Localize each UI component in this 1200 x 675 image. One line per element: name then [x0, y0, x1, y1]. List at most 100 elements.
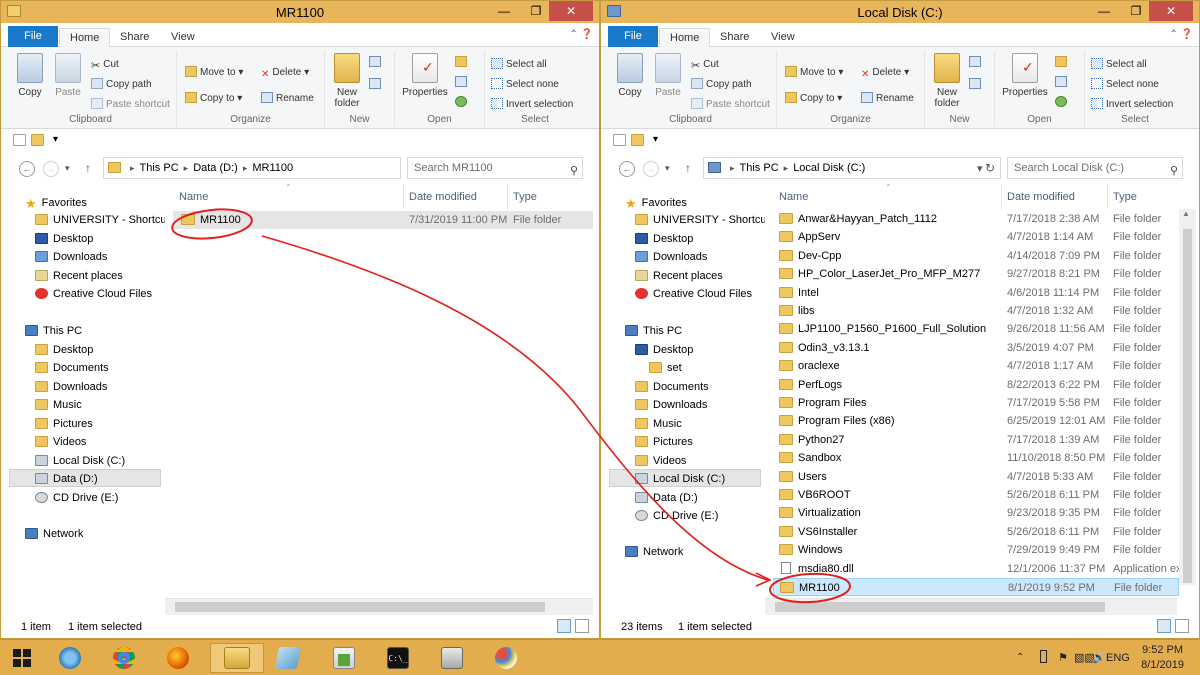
- breadcrumb-this-pc[interactable]: This PC: [140, 162, 179, 174]
- details-view-icon[interactable]: [1157, 619, 1171, 633]
- nav-this-pc[interactable]: This PC: [25, 322, 82, 340]
- table-row[interactable]: Python27 7/17/2018 1:39 AM File folder: [773, 431, 1179, 449]
- edit-icon[interactable]: [455, 75, 470, 91]
- battery-icon[interactable]: [1040, 640, 1047, 675]
- address-bar[interactable]: ▸ This PC ▸ Local Disk (C:): [703, 157, 1001, 179]
- nav-downloads[interactable]: Downloads: [35, 248, 107, 266]
- tab-share[interactable]: Share: [110, 28, 159, 47]
- recent-locations-icon[interactable]: ▾: [65, 163, 70, 174]
- copy-path-button[interactable]: Copy path: [91, 77, 152, 93]
- nav-music[interactable]: Music: [635, 415, 682, 433]
- forward-icon[interactable]: →: [43, 161, 59, 177]
- column-date-modified[interactable]: Date modified: [1001, 185, 1107, 209]
- nav-pictures[interactable]: Pictures: [35, 415, 93, 433]
- nav-pc-desktop[interactable]: Desktop: [35, 341, 93, 359]
- up-icon[interactable]: ↑: [685, 161, 691, 175]
- new-folder-icon[interactable]: [31, 134, 44, 146]
- table-row[interactable]: Program Files (x86) 6/25/2019 12:01 AM Fil…: [773, 412, 1179, 430]
- table-row[interactable]: VS6Installer 5/26/2018 6:11 PM File folder: [773, 523, 1179, 541]
- easy-access-icon[interactable]: [369, 77, 384, 93]
- delete-button[interactable]: ✕ Delete ▾: [861, 65, 909, 81]
- horizontal-scrollbar[interactable]: [765, 598, 1177, 615]
- nav-documents[interactable]: Documents: [35, 359, 109, 377]
- column-name[interactable]: Name: [173, 185, 403, 209]
- address-dropdown-icon[interactable]: ▾: [977, 162, 983, 175]
- table-row[interactable]: Sandbox 11/10/2018 8:50 PM File folder: [773, 449, 1179, 467]
- nav-university-shortcut[interactable]: UNIVERSITY - Shortcut: [635, 211, 770, 229]
- nav-recent-places[interactable]: Recent places: [635, 267, 723, 285]
- table-row[interactable]: msdia80.dll 12/1/2006 11:37 PM Application…: [773, 560, 1182, 578]
- breadcrumb-data-d[interactable]: Data (D:): [193, 162, 238, 174]
- nav-documents[interactable]: Documents: [635, 378, 709, 396]
- nav-set[interactable]: set: [649, 359, 682, 377]
- start-icon[interactable]: [4, 643, 40, 673]
- properties-button[interactable]: ✓ Properties: [401, 53, 449, 98]
- new-folder-button[interactable]: New folder: [929, 53, 965, 109]
- invert-selection-button[interactable]: Invert selection: [491, 97, 573, 113]
- column-type[interactable]: Type: [1107, 185, 1177, 209]
- system-clock[interactable]: 9:52 PM 8/1/2019: [1141, 643, 1184, 673]
- title-bar[interactable]: MR1100 — ❐ ✕: [1, 1, 599, 23]
- nav-pc-downloads[interactable]: Downloads: [35, 378, 107, 396]
- tab-view[interactable]: View: [761, 28, 805, 47]
- table-row[interactable]: Odin3_v3.13.1 3/5/2019 4:07 PM File folder: [773, 339, 1179, 357]
- title-bar[interactable]: Local Disk (C:) — ❐ ✕: [601, 1, 1199, 23]
- new-item-icon[interactable]: [969, 55, 984, 71]
- tab-file[interactable]: File: [8, 26, 58, 47]
- invert-selection-button[interactable]: Invert selection: [1091, 97, 1173, 113]
- table-row[interactable]: Dev-Cpp 4/14/2018 7:09 PM File folder: [773, 247, 1179, 265]
- nav-creative-cloud[interactable]: Creative Cloud Files: [35, 285, 152, 303]
- table-row[interactable]: HP_Color_LaserJet_Pro_MFP_M277 9/27/2018 …: [773, 265, 1179, 283]
- nav-videos[interactable]: Videos: [635, 452, 686, 470]
- tab-share[interactable]: Share: [710, 28, 759, 47]
- paste-shortcut-button[interactable]: Paste shortcut: [691, 97, 770, 113]
- properties-icon[interactable]: [613, 134, 626, 146]
- table-row[interactable]: Users 4/7/2018 5:33 AM File folder: [773, 468, 1179, 486]
- nav-music[interactable]: Music: [35, 396, 82, 414]
- copy-button[interactable]: Copy: [613, 53, 647, 98]
- ie-icon[interactable]: [52, 643, 88, 673]
- copy-to-button[interactable]: Copy to ▾: [785, 91, 842, 107]
- nav-downloads[interactable]: Downloads: [635, 248, 707, 266]
- ribbon-collapse-help-icons[interactable]: ⌃ ❓: [569, 29, 593, 40]
- close-icon[interactable]: ✕: [549, 1, 593, 21]
- open-icon[interactable]: [1055, 55, 1070, 71]
- scroll-thumb[interactable]: [1183, 229, 1192, 583]
- nav-university-shortcut[interactable]: UNIVERSITY - Shortcut: [35, 211, 170, 229]
- nav-network[interactable]: Network: [625, 543, 683, 561]
- forward-icon[interactable]: →: [643, 161, 659, 177]
- table-row[interactable]: MR1100 7/31/2019 11:00 PM File folder: [173, 211, 593, 229]
- nav-pc-desktop[interactable]: Desktop: [635, 341, 693, 359]
- nav-local-disk-c[interactable]: Local Disk (C:): [609, 469, 761, 487]
- nav-pictures[interactable]: Pictures: [635, 433, 693, 451]
- nav-pc-downloads[interactable]: Downloads: [635, 396, 707, 414]
- language-indicator[interactable]: ENG: [1106, 640, 1130, 675]
- select-none-button[interactable]: Select none: [491, 77, 559, 93]
- nav-desktop[interactable]: Desktop: [635, 230, 693, 248]
- table-row[interactable]: Intel 4/6/2018 11:14 PM File folder: [773, 284, 1179, 302]
- restore-icon[interactable]: ❐: [1123, 1, 1149, 21]
- select-none-button[interactable]: Select none: [1091, 77, 1159, 93]
- scroll-up-icon[interactable]: ▲: [1182, 209, 1190, 218]
- nav-favorites[interactable]: ★ Favorites: [625, 194, 687, 212]
- column-name[interactable]: Name: [773, 185, 1003, 209]
- table-row[interactable]: VB6ROOT 5/26/2018 6:11 PM File folder: [773, 486, 1179, 504]
- table-row[interactable]: Anwar&Hayyan_Patch_1112 7/17/2018 2:38 AM…: [773, 210, 1179, 228]
- history-icon[interactable]: [455, 95, 470, 111]
- sql-icon[interactable]: [326, 643, 362, 673]
- table-row[interactable]: LJP1100_P1560_P1600_Full_Solution 9/26/20…: [773, 320, 1179, 338]
- nav-cd-drive-e[interactable]: CD Drive (E:): [635, 507, 718, 525]
- search-input[interactable]: Search MR1100 ⚲: [407, 157, 583, 179]
- table-row[interactable]: MR1100 8/1/2019 9:52 PM File folder: [773, 578, 1179, 596]
- nav-data-d[interactable]: Data (D:): [635, 489, 698, 507]
- column-date-modified[interactable]: Date modified: [403, 185, 507, 209]
- nav-recent-places[interactable]: Recent places: [35, 267, 123, 285]
- open-icon[interactable]: [455, 55, 470, 71]
- tab-home[interactable]: Home: [59, 28, 111, 48]
- table-row[interactable]: Windows 7/29/2019 9:49 PM File folder: [773, 541, 1179, 559]
- nav-local-disk-c[interactable]: Local Disk (C:): [35, 452, 125, 470]
- firefox-icon[interactable]: [160, 643, 196, 673]
- table-row[interactable]: PerfLogs 8/22/2013 6:22 PM File folder: [773, 376, 1179, 394]
- tab-view[interactable]: View: [161, 28, 205, 47]
- breadcrumb-this-pc[interactable]: This PC: [740, 162, 779, 174]
